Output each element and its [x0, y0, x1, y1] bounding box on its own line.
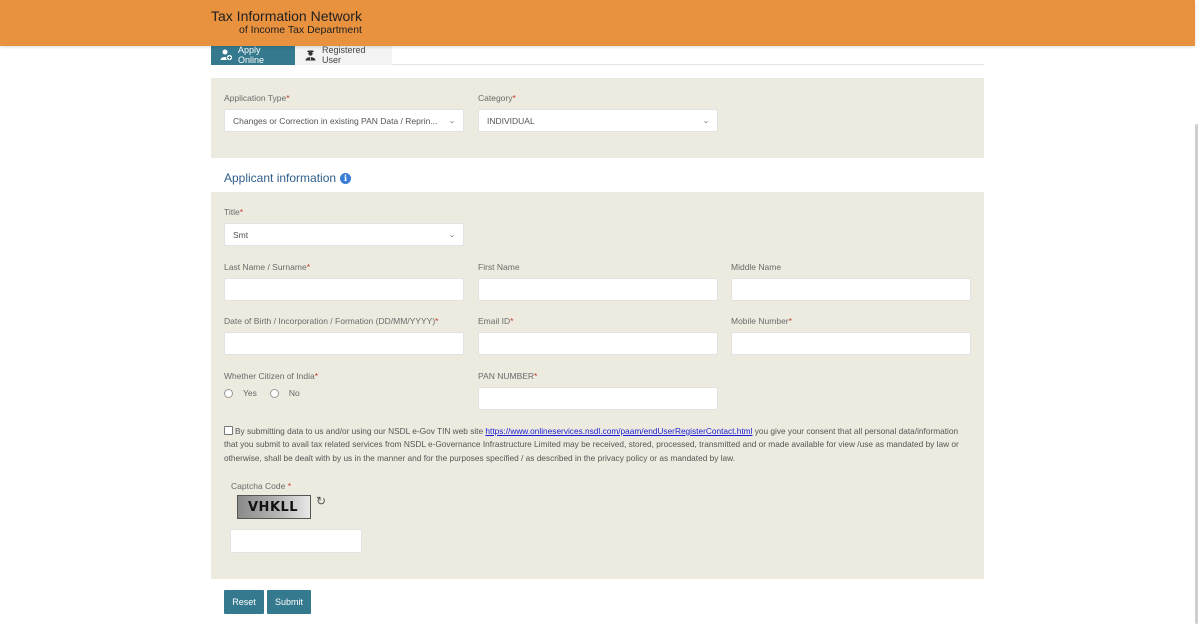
middle-name-input[interactable] [731, 278, 971, 301]
middle-name-label: Middle Name [731, 262, 782, 272]
email-field: Email ID* [478, 316, 513, 326]
title-field: Title* [224, 207, 243, 217]
middle-name-field: Middle Name [731, 262, 781, 272]
pan-input[interactable] [478, 387, 718, 410]
last-name-field: Last Name / Surname* [224, 262, 310, 272]
title-value: Smt [233, 229, 249, 240]
reset-button[interactable]: Reset [224, 590, 264, 614]
captcha-input[interactable] [230, 529, 362, 553]
chevron-down-icon: ⌄ [448, 231, 456, 239]
title-select[interactable]: Smt ⌄ [224, 223, 464, 246]
dob-field: Date of Birth / Incorporation / Formatio… [224, 316, 438, 326]
title-label: Title* [224, 207, 244, 217]
mobile-input[interactable] [731, 332, 971, 355]
application-type-select[interactable]: Changes or Correction in existing PAN Da… [224, 109, 464, 132]
last-name-input[interactable] [224, 278, 464, 301]
applicant-info-heading: Applicant information i [224, 171, 352, 185]
chevron-down-icon: ⌄ [702, 117, 710, 125]
application-type-value: Changes or Correction in existing PAN Da… [233, 115, 438, 126]
consent-text: By submitting data to us and/or using ou… [224, 425, 974, 465]
citizen-field: Whether Citizen of India* [224, 371, 318, 381]
captcha-image: VHKLL [237, 495, 311, 519]
tab-registered-user-label: Registered User [322, 44, 366, 65]
consent-checkbox[interactable] [224, 426, 233, 435]
citizen-label: Whether Citizen of India* [224, 371, 319, 381]
applicant-info-title: Applicant information [224, 171, 337, 185]
site-header: Tax Information Network of Income Tax De… [0, 0, 1195, 46]
consent-text-before: By submitting data to us and/or using ou… [235, 426, 486, 436]
category-label: Category* [478, 93, 516, 103]
first-name-field: First Name [478, 262, 520, 272]
dob-label: Date of Birth / Incorporation / Formatio… [224, 316, 439, 326]
captcha-label: Captcha Code * [231, 481, 292, 491]
mobile-label: Mobile Number* [731, 316, 792, 326]
pan-field: PAN NUMBER* [478, 371, 537, 381]
page-scrollbar[interactable] [1195, 124, 1198, 624]
brand-subtitle: of Income Tax Department [239, 24, 362, 36]
citizen-yes-label[interactable]: Yes [243, 388, 257, 398]
chevron-down-icon: ⌄ [448, 117, 456, 125]
category-value: INDIVIDUAL [487, 115, 535, 126]
citizen-radio-group: Yes No [224, 388, 313, 398]
brand-logo[interactable]: Tax Information Network of Income Tax De… [211, 9, 362, 36]
email-label: Email ID* [478, 316, 514, 326]
category-field: Category* [478, 93, 516, 103]
user-add-icon [220, 49, 233, 61]
citizen-no-radio[interactable] [269, 388, 279, 398]
email-input[interactable] [478, 332, 718, 355]
application-type-field: Application Type* [224, 93, 290, 103]
first-name-input[interactable] [478, 278, 718, 301]
refresh-icon[interactable]: ↻ [316, 494, 326, 508]
last-name-label: Last Name / Surname* [224, 262, 310, 272]
submit-button[interactable]: Submit [267, 590, 311, 614]
user-icon [304, 49, 317, 61]
pan-label: PAN NUMBER* [478, 371, 538, 381]
brand-title: Tax Information Network [211, 8, 362, 24]
first-name-label: First Name [478, 262, 520, 272]
citizen-yes-radio[interactable] [224, 388, 233, 398]
mobile-field: Mobile Number* [731, 316, 792, 326]
citizen-no-label[interactable]: No [289, 388, 300, 398]
info-icon[interactable]: i [340, 172, 352, 184]
consent-link[interactable]: https://www.onlineservices.nsdl.com/paam… [485, 426, 752, 436]
tab-apply-online-label: Apply Online [238, 44, 265, 65]
dob-input[interactable] [224, 332, 464, 355]
category-select[interactable]: INDIVIDUAL ⌄ [478, 109, 718, 132]
applicant-info-panel [211, 192, 984, 579]
application-type-label: Application Type* [224, 93, 290, 103]
